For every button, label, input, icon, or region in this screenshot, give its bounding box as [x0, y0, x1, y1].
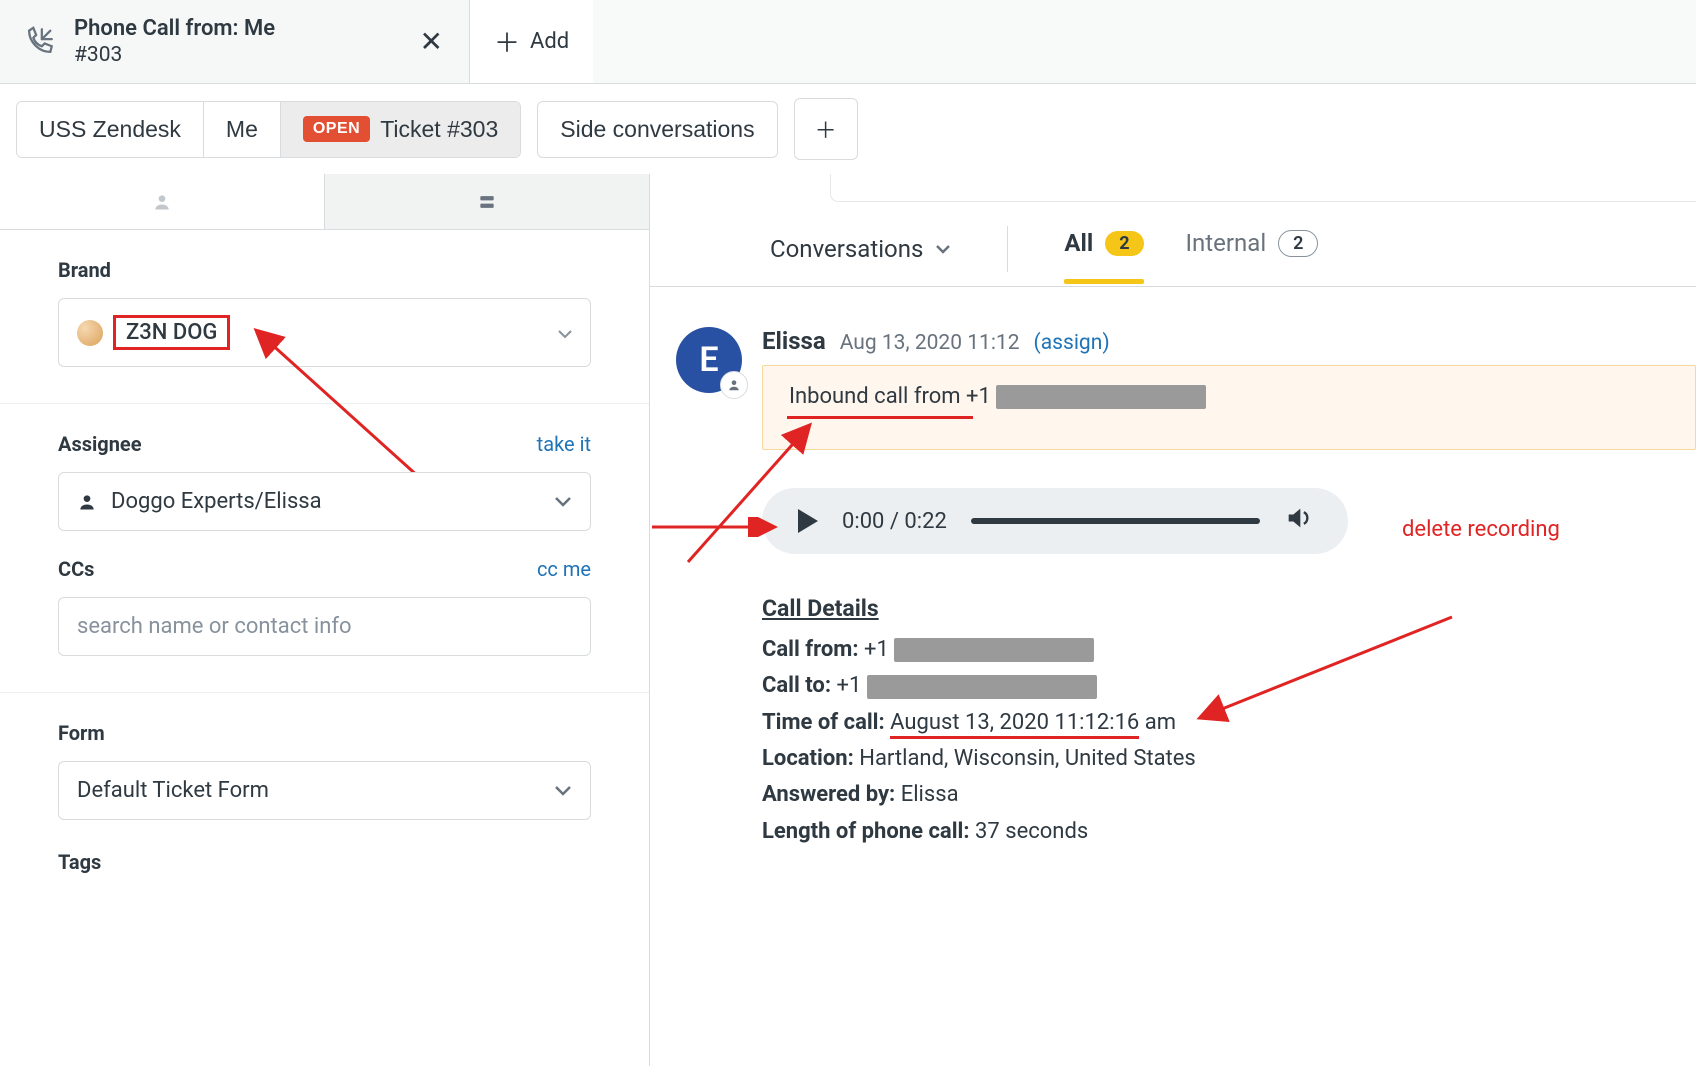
content: Conversations All 2 Internal 2 E [650, 174, 1696, 1066]
note-from: from +1 [914, 384, 997, 409]
status-badge: OPEN [303, 116, 370, 142]
assignee-value: Doggo Experts/Elissa [111, 489, 322, 514]
cc-me-link[interactable]: cc me [537, 557, 591, 581]
brand-field: Brand Z3N DOG [0, 230, 649, 404]
tags-label: Tags [58, 850, 101, 874]
add-tab-label: Add [530, 29, 569, 54]
form-label: Form [58, 721, 105, 745]
panel-tabs [0, 174, 649, 230]
fields-icon [477, 192, 497, 212]
assignee-ccs-block: Assignee take it Doggo Experts/Elissa CC… [0, 404, 649, 693]
tab-bar: Phone Call from: Me #303 ✕ ＋ Add [0, 0, 1696, 84]
panel-tab-user[interactable] [0, 174, 325, 229]
breadcrumb-org[interactable]: USS Zendesk [17, 102, 203, 157]
chevron-down-icon [554, 489, 572, 514]
avatar-initial: E [699, 340, 718, 380]
avatar-role-badge [720, 371, 748, 399]
plus-icon: ＋ [494, 23, 520, 60]
tab-internal-count: 2 [1278, 230, 1318, 257]
length-row: Length of phone call: 37 seconds [762, 814, 1696, 850]
ccs-input[interactable] [58, 597, 591, 656]
delete-recording-link[interactable]: delete recording [1402, 517, 1560, 542]
panel-tab-fields[interactable] [325, 174, 649, 229]
conversation-tabs: All 2 Internal 2 [1064, 229, 1318, 269]
side-conversations-button[interactable]: Side conversations [537, 101, 777, 158]
tab-subtitle: #303 [74, 43, 398, 67]
brand-label: Brand [58, 258, 111, 282]
call-to-row: Call to: +1 [762, 668, 1696, 704]
tab-title: Phone Call from: Me [74, 16, 398, 42]
form-block: Form Default Ticket Form Tags [0, 693, 649, 900]
tab-all[interactable]: All 2 [1064, 229, 1143, 269]
call-details: Call Details Call from: +1 Call to: +1 T… [762, 590, 1696, 850]
assignee-select[interactable]: Doggo Experts/Elissa [58, 472, 591, 531]
phone-inbound-icon [22, 25, 56, 59]
time-of-call-row: Time of call: August 13, 2020 11:12:16 a… [762, 705, 1696, 741]
divider [1007, 226, 1008, 272]
note-prefix: Inbound call [789, 384, 914, 409]
volume-icon[interactable] [1284, 504, 1312, 538]
plus-icon: ＋ [815, 113, 837, 145]
add-tab-button[interactable]: ＋ Add [470, 0, 593, 83]
brand-value: Z3N DOG [113, 315, 230, 350]
tab-internal-label: Internal [1186, 229, 1267, 257]
caret-down-icon [558, 320, 572, 345]
redacted-phone [867, 675, 1097, 699]
comment-row: E Elissa Aug 13, 2020 11:12 (assign) Inb… [650, 287, 1696, 850]
call-from-row: Call from: +1 [762, 632, 1696, 668]
location-row: Location: Hartland, Wisconsin, United St… [762, 741, 1696, 777]
avatar: E [676, 327, 742, 393]
redacted-phone [996, 385, 1206, 409]
conversations-label: Conversations [770, 235, 923, 263]
annotation-underline-inbound [787, 416, 973, 419]
internal-note: Inbound call from +1 [762, 365, 1696, 450]
comment-meta: Elissa Aug 13, 2020 11:12 (assign) [762, 327, 1696, 355]
tab-all-label: All [1064, 229, 1093, 257]
redacted-phone [894, 638, 1094, 662]
audio-time: 0:00 / 0:22 [842, 509, 947, 534]
breadcrumb-user[interactable]: Me [203, 102, 280, 157]
assignee-label: Assignee [58, 432, 142, 456]
main: Brand Z3N DOG Assignee take it [0, 174, 1696, 1066]
close-tab-button[interactable]: ✕ [416, 21, 447, 62]
audio-player[interactable]: 0:00 / 0:22 [762, 488, 1348, 554]
tab-all-count: 2 [1105, 231, 1143, 256]
breadcrumb-group: USS Zendesk Me OPEN Ticket #303 [16, 101, 521, 158]
ticket-tab[interactable]: Phone Call from: Me #303 ✕ [0, 0, 470, 83]
chevron-down-icon [554, 778, 572, 803]
user-icon [77, 492, 97, 512]
tab-internal[interactable]: Internal 2 [1186, 229, 1319, 269]
user-icon [152, 192, 172, 212]
breadcrumb-ticket-label: Ticket #303 [380, 116, 498, 143]
assign-link[interactable]: (assign) [1034, 331, 1110, 355]
answered-by-row: Answered by: Elissa [762, 777, 1696, 813]
chevron-down-icon [935, 243, 951, 255]
brand-logo-icon [77, 320, 103, 346]
sidebar: Brand Z3N DOG Assignee take it [0, 174, 650, 1066]
take-it-link[interactable]: take it [537, 432, 591, 456]
tab-text: Phone Call from: Me #303 [74, 16, 398, 66]
add-side-conversation-button[interactable]: ＋ [794, 98, 858, 160]
action-row: USS Zendesk Me OPEN Ticket #303 Side con… [0, 84, 1696, 174]
audio-progress[interactable] [971, 518, 1260, 524]
brand-select[interactable]: Z3N DOG [58, 298, 591, 367]
breadcrumb-ticket[interactable]: OPEN Ticket #303 [280, 102, 520, 157]
comment-time: Aug 13, 2020 11:12 [840, 331, 1020, 355]
play-button[interactable] [798, 509, 818, 533]
ccs-label: CCs [58, 557, 94, 581]
conversations-dropdown[interactable]: Conversations [770, 235, 951, 263]
form-value: Default Ticket Form [77, 778, 269, 803]
call-details-title: Call Details [762, 590, 1696, 628]
user-icon [727, 378, 741, 392]
card-edge [830, 174, 1696, 202]
form-select[interactable]: Default Ticket Form [58, 761, 591, 820]
comment-author: Elissa [762, 327, 826, 355]
time-underlined: August 13, 2020 11:12:16 [890, 710, 1139, 739]
comment-body: Elissa Aug 13, 2020 11:12 (assign) Inbou… [762, 327, 1696, 850]
